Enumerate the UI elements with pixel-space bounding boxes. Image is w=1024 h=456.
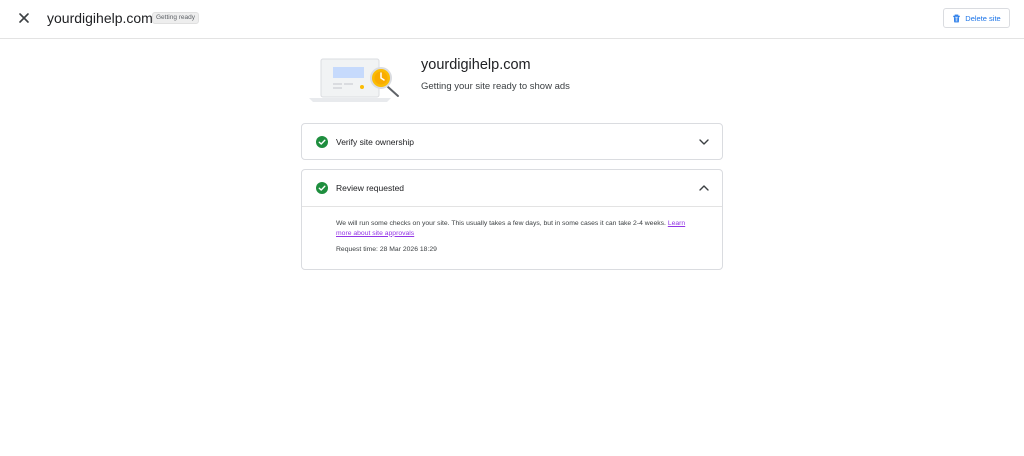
trash-icon xyxy=(953,14,961,22)
review-description-text: We will run some checks on your site. Th… xyxy=(336,220,666,227)
check-circle-icon xyxy=(316,182,328,194)
close-icon xyxy=(19,13,29,23)
hero-subtitle: Getting your site ready to show ads xyxy=(421,81,570,92)
request-time: Request time: 28 Mar 2026 18:29 xyxy=(336,246,437,253)
close-button[interactable] xyxy=(15,9,33,27)
chevron-down-icon[interactable] xyxy=(698,137,710,147)
step-header-verify-ownership[interactable]: Verify site ownership xyxy=(302,124,722,160)
delete-site-button[interactable]: Delete site xyxy=(943,8,1010,28)
top-bar: yourdigihelp.com Getting ready Delete si… xyxy=(0,0,1024,39)
review-description: We will run some checks on your site. Th… xyxy=(336,219,688,238)
check-circle-icon xyxy=(316,136,328,148)
site-review-illustration xyxy=(301,56,401,104)
step-body-review-requested: We will run some checks on your site. Th… xyxy=(302,206,722,269)
step-title: Review requested xyxy=(336,183,405,193)
delete-site-label: Delete site xyxy=(965,13,1001,23)
step-card-review-requested: Review requested We will run some checks… xyxy=(301,169,723,270)
step-card-verify-ownership: Verify site ownership xyxy=(301,123,723,160)
hero-site-name: yourdigihelp.com xyxy=(421,57,531,73)
status-badge: Getting ready xyxy=(152,12,200,24)
step-header-review-requested[interactable]: Review requested xyxy=(302,170,722,206)
step-title: Verify site ownership xyxy=(336,137,414,147)
chevron-up-icon[interactable] xyxy=(698,183,710,193)
site-title: yourdigihelp.com xyxy=(47,10,153,26)
